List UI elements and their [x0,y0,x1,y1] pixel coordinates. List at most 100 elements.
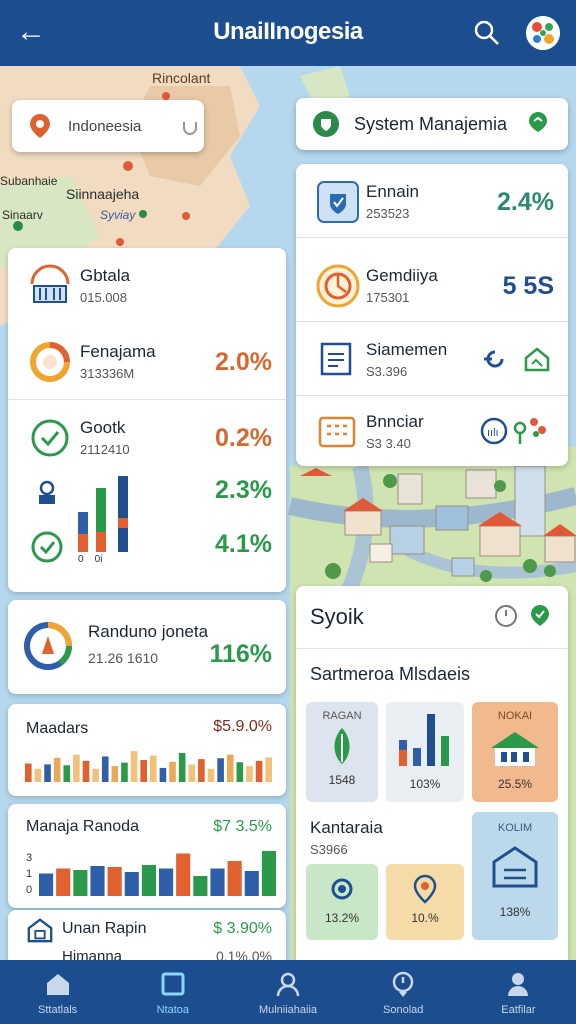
axis-tick: 0 [26,884,33,896]
chart-bar [130,751,138,782]
tile-head: NOKAI [497,710,533,722]
building-icon [492,846,538,888]
stat-row[interactable]: Gootk 2112410 0.2% [8,400,286,476]
donut-icon [30,342,70,382]
document-icon [320,342,352,376]
chart-bar [140,760,147,782]
manaja-card-label: Manaja Ranoda [26,818,139,835]
refresh-icon [31,531,63,563]
chart-bar [159,868,174,896]
stat-label: Gemdiiya [366,266,438,285]
bars-card-value: $5.9.0% [213,718,272,735]
chart-bar [255,760,263,782]
chart-bar [39,873,54,896]
chart-bar [90,866,105,896]
tile-location[interactable]: 10.% [386,864,464,940]
mini-bar-chart [78,476,128,552]
ring-card-label: Randuno joneta [88,622,209,641]
tile-chart[interactable]: 103% [386,702,464,802]
tile-settings[interactable]: 13.2% [306,864,378,940]
chart-bar [246,766,253,782]
robot-icon [39,480,55,504]
location-badge-icon[interactable] [528,602,552,628]
bars-card-chart [25,751,272,782]
stats-card-left: Gbtala 015.008 Fenajama 313336M 2.0% Goo… [8,248,286,592]
chart-bar [176,853,191,896]
map-label: Rincolant [152,70,211,86]
stat-value: 0.2% [215,424,272,452]
chart-bar [207,768,215,782]
sub-sub: S3966 [310,842,348,857]
stat-sub: 2112410 [80,442,130,457]
map-label: Siinnaajeha [66,186,140,202]
bank-icon [30,264,70,303]
nav-item-home[interactable]: Sttatlals [0,960,115,1024]
nav-item-pin[interactable]: Sonolad [346,960,461,1024]
chart-bar [25,763,32,782]
stat-sub: 175301 [366,290,410,305]
search-icon[interactable] [472,18,502,48]
tile-value: 103% [409,777,441,791]
chart-bar [92,768,99,782]
tile-nokai[interactable]: NOKAI 25.5% [472,702,558,802]
chart-bar [111,766,119,782]
nav-item-person[interactable]: Eatfilar [461,960,576,1024]
shield-icon [313,111,339,137]
tile-bar-chart [399,714,449,766]
chart-value: 4.1% [215,530,272,558]
location-chip[interactable]: Indoneesia [12,100,204,152]
stat-row[interactable]: Gemdiiya 175301 5 5S [296,248,568,322]
app-logo-icon[interactable] [526,16,560,50]
tile-kolim[interactable]: KOLIM 138% [472,812,558,940]
chart-bar [261,851,276,896]
manaja-card-value: $7 3.5% [213,818,272,835]
urban-card-label: Unan Rapin [62,920,147,937]
chart-bar [34,768,42,782]
stat-row[interactable]: Siamemen S3.396 [296,322,568,396]
house-icon [491,732,539,766]
tile-value: 138% [499,905,531,919]
syoik-title: Syoik [310,604,364,629]
signal-icon[interactable] [180,116,200,136]
sub-title: Kantaraia [310,818,383,837]
stat-row[interactable]: Gbtala 015.008 [8,248,286,326]
chart-bar [210,868,225,896]
stat-sub: 015.008 [80,290,127,305]
stat-row[interactable]: Bnnciar S3 3.40 ıılı [296,394,568,468]
system-chip[interactable]: System Manajemia [296,98,568,150]
chart-bar [121,762,128,782]
stat-value: 2.0% [215,348,272,376]
home-icon [46,974,69,995]
nav-label: Sttatlals [38,1004,78,1016]
tile-value: 10.% [411,911,439,925]
stat-sub: S3 3.40 [366,436,411,451]
divider [296,648,568,649]
calculator-icon [318,416,356,448]
stat-row[interactable]: Ennain 253523 2.4% [296,164,568,238]
bars-card[interactable]: Maadars $5.9.0% [8,704,286,796]
urban-card[interactable]: Unan Rapin $ 3.90% Himanna 0.1%.0% [8,910,286,965]
chart-bar [107,867,122,896]
bars-card-label: Maadars [26,720,89,737]
chart-value: 2.3% [215,476,272,504]
manaja-card[interactable]: Manaja Ranoda $7 3.5% 3 1 0 [8,804,286,908]
nav-item-square[interactable]: Ntatoa [115,960,230,1024]
leaf-icon [334,728,350,764]
gear-icon [331,878,353,900]
nav-item-user[interactable]: Mulniiahaiia [230,960,345,1024]
nav-label: Mulniiahaiia [258,1004,318,1016]
square-icon [161,972,185,996]
map-label: Syviay [100,208,136,222]
ring-card[interactable]: Randuno joneta 21.26 1610 116% [8,600,286,694]
section-title: Sartmeroa Mlsdaeis [310,664,471,684]
stat-sub: 253523 [366,206,410,221]
manaja-card-chart [39,851,276,896]
location-badge-icon[interactable] [526,110,550,134]
stat-row[interactable]: Fenajama 313336M 2.0% [8,324,286,400]
tile-ragan[interactable]: RAGAN 1548 [306,702,378,802]
stat-label: Gbtala [80,266,131,285]
clock-icon[interactable] [494,604,518,628]
stat-label: Siamemen [366,340,448,359]
check-bubble-icon [31,419,69,457]
tile-value: 13.2% [324,911,360,925]
